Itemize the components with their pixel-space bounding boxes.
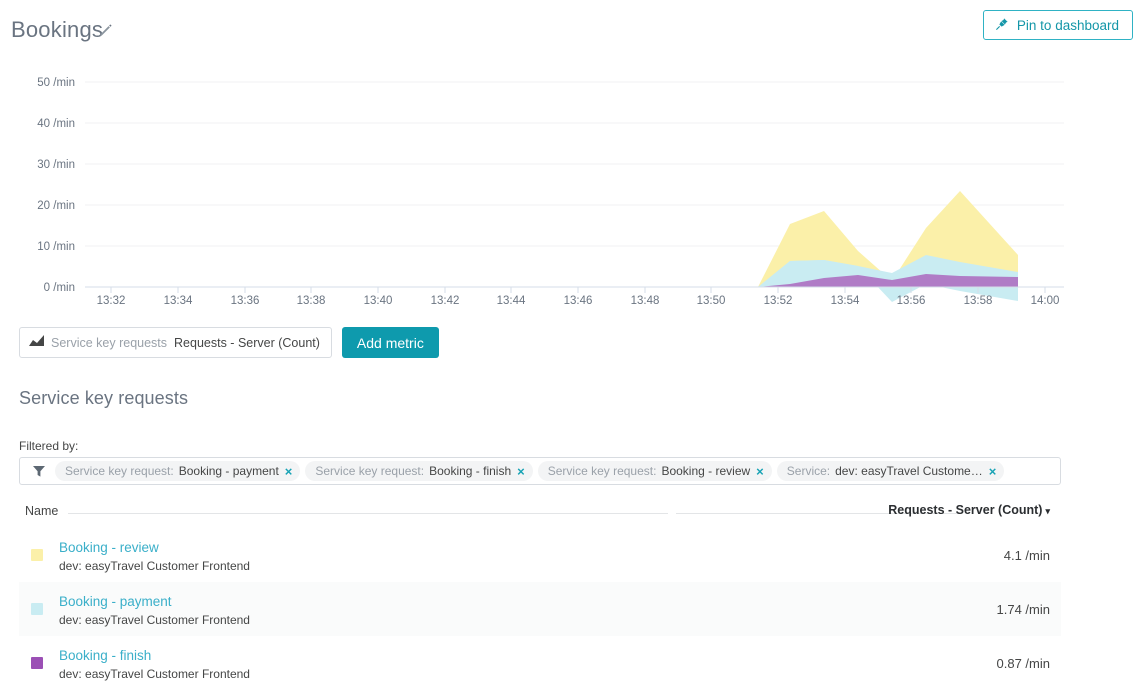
filtered-by-label: Filtered by:: [19, 439, 79, 453]
series-color-swatch: [31, 549, 43, 561]
row-name-link[interactable]: Booking - payment: [59, 594, 172, 609]
row-metric-value: 1.74 /min: [996, 602, 1050, 617]
pencil-icon[interactable]: [98, 22, 114, 38]
row-subtitle: dev: easyTravel Customer Frontend: [59, 613, 250, 627]
filter-chip-key: Service:: [786, 464, 831, 478]
chart-x-tick-labels: 13:32 13:34 13:36 13:38 13:40 13:42 13:4…: [97, 295, 1060, 307]
metric-selector-row: Service key requests Requests - Server (…: [19, 327, 439, 358]
filter-chip-remove-icon[interactable]: ×: [516, 465, 525, 478]
series-color-swatch: [31, 603, 43, 615]
x-tick-label: 13:36: [231, 295, 260, 307]
filter-chip-remove-icon[interactable]: ×: [284, 465, 293, 478]
x-tick-label: 13:54: [831, 295, 860, 307]
filter-chip[interactable]: Service: dev: easyTravel Custome… ×: [776, 461, 1005, 481]
x-tick-label: 13:34: [164, 295, 193, 307]
row-name-link[interactable]: Booking - review: [59, 540, 159, 555]
x-tick-label: 13:48: [631, 295, 660, 307]
filter-chip[interactable]: Service key request: Booking - finish ×: [305, 461, 533, 481]
filter-chip-value: dev: easyTravel Custome…: [835, 464, 983, 478]
y-tick-label: 10 /min: [37, 241, 75, 253]
filter-chip-key: Service key request:: [315, 464, 425, 478]
x-tick-label: 13:46: [564, 295, 593, 307]
y-tick-label: 40 /min: [37, 118, 75, 130]
filter-bar[interactable]: Service key request: Booking - payment ×…: [19, 457, 1061, 485]
table-header: Name Requests - Server (Count) ▾: [19, 502, 1061, 522]
results-table: Booking - review dev: easyTravel Custome…: [19, 528, 1061, 690]
x-tick-label: 13:38: [297, 295, 326, 307]
timeseries-chart[interactable]: 50 /min 40 /min 30 /min 20 /min 10 /min …: [0, 52, 1143, 314]
table-row[interactable]: Booking - payment dev: easyTravel Custom…: [19, 582, 1061, 636]
table-row[interactable]: Booking - review dev: easyTravel Custome…: [19, 528, 1061, 582]
metric-chip-metric: Requests - Server (Count): [174, 335, 320, 350]
filter-chip-value: Booking - payment: [178, 464, 279, 478]
page-title: Bookings: [11, 17, 104, 42]
add-metric-button[interactable]: Add metric: [341, 327, 439, 358]
x-tick-label: 13:50: [697, 295, 726, 307]
pin-to-dashboard-label: Pin to dashboard: [1016, 17, 1119, 33]
filter-chip[interactable]: Service key request: Booking - payment ×: [55, 461, 301, 481]
column-header-metric-label: Requests - Server (Count): [888, 503, 1043, 517]
pin-icon: [995, 17, 1009, 34]
header-divider-left: [68, 513, 668, 514]
filter-chip-remove-icon[interactable]: ×: [988, 465, 997, 478]
filter-chip-value: Booking - review: [661, 464, 751, 478]
x-tick-label: 13:40: [364, 295, 393, 307]
row-subtitle: dev: easyTravel Customer Frontend: [59, 559, 250, 573]
column-header-name[interactable]: Name: [25, 504, 58, 518]
area-chart-icon: [29, 334, 44, 352]
row-subtitle: dev: easyTravel Customer Frontend: [59, 667, 250, 681]
row-metric-value: 4.1 /min: [1003, 548, 1050, 563]
section-title: Service key requests: [19, 388, 189, 408]
row-metric-value: 0.87 /min: [996, 656, 1050, 671]
row-name-link[interactable]: Booking - finish: [59, 648, 151, 663]
column-header-metric[interactable]: Requests - Server (Count) ▾: [888, 503, 1050, 517]
filter-chip-key: Service key request:: [547, 464, 657, 478]
x-tick-label: 13:32: [97, 295, 126, 307]
x-tick-label: 13:52: [764, 295, 793, 307]
y-tick-label: 30 /min: [37, 159, 75, 171]
x-tick-label: 13:42: [431, 295, 460, 307]
table-row[interactable]: Booking - finish dev: easyTravel Custome…: [19, 636, 1061, 690]
x-tick-label: 13:58: [964, 295, 993, 307]
filter-chip-key: Service key request:: [65, 464, 174, 478]
y-tick-label: 0 /min: [44, 282, 75, 294]
chart-canvas: 50 /min 40 /min 30 /min 20 /min 10 /min …: [37, 77, 1064, 307]
y-tick-label: 50 /min: [37, 77, 75, 89]
page-header: Bookings Pin to dashboard: [0, 0, 1143, 52]
x-tick-label: 13:56: [897, 295, 926, 307]
y-tick-label: 20 /min: [37, 200, 75, 212]
series-color-swatch: [31, 657, 43, 669]
filter-chip-value: Booking - finish: [429, 464, 512, 478]
x-tick-label: 14:00: [1031, 295, 1060, 307]
chart-y-tick-labels: 50 /min 40 /min 30 /min 20 /min 10 /min …: [37, 77, 75, 294]
metric-chip[interactable]: Service key requests Requests - Server (…: [19, 327, 332, 358]
filter-chip[interactable]: Service key request: Booking - review ×: [537, 461, 772, 481]
filter-chip-remove-icon[interactable]: ×: [755, 465, 764, 478]
metric-chip-source: Service key requests: [51, 335, 168, 350]
sort-descending-icon: ▾: [1045, 506, 1050, 516]
x-tick-label: 13:44: [497, 295, 526, 307]
pin-to-dashboard-button[interactable]: Pin to dashboard: [982, 10, 1133, 40]
funnel-icon: [32, 464, 46, 478]
